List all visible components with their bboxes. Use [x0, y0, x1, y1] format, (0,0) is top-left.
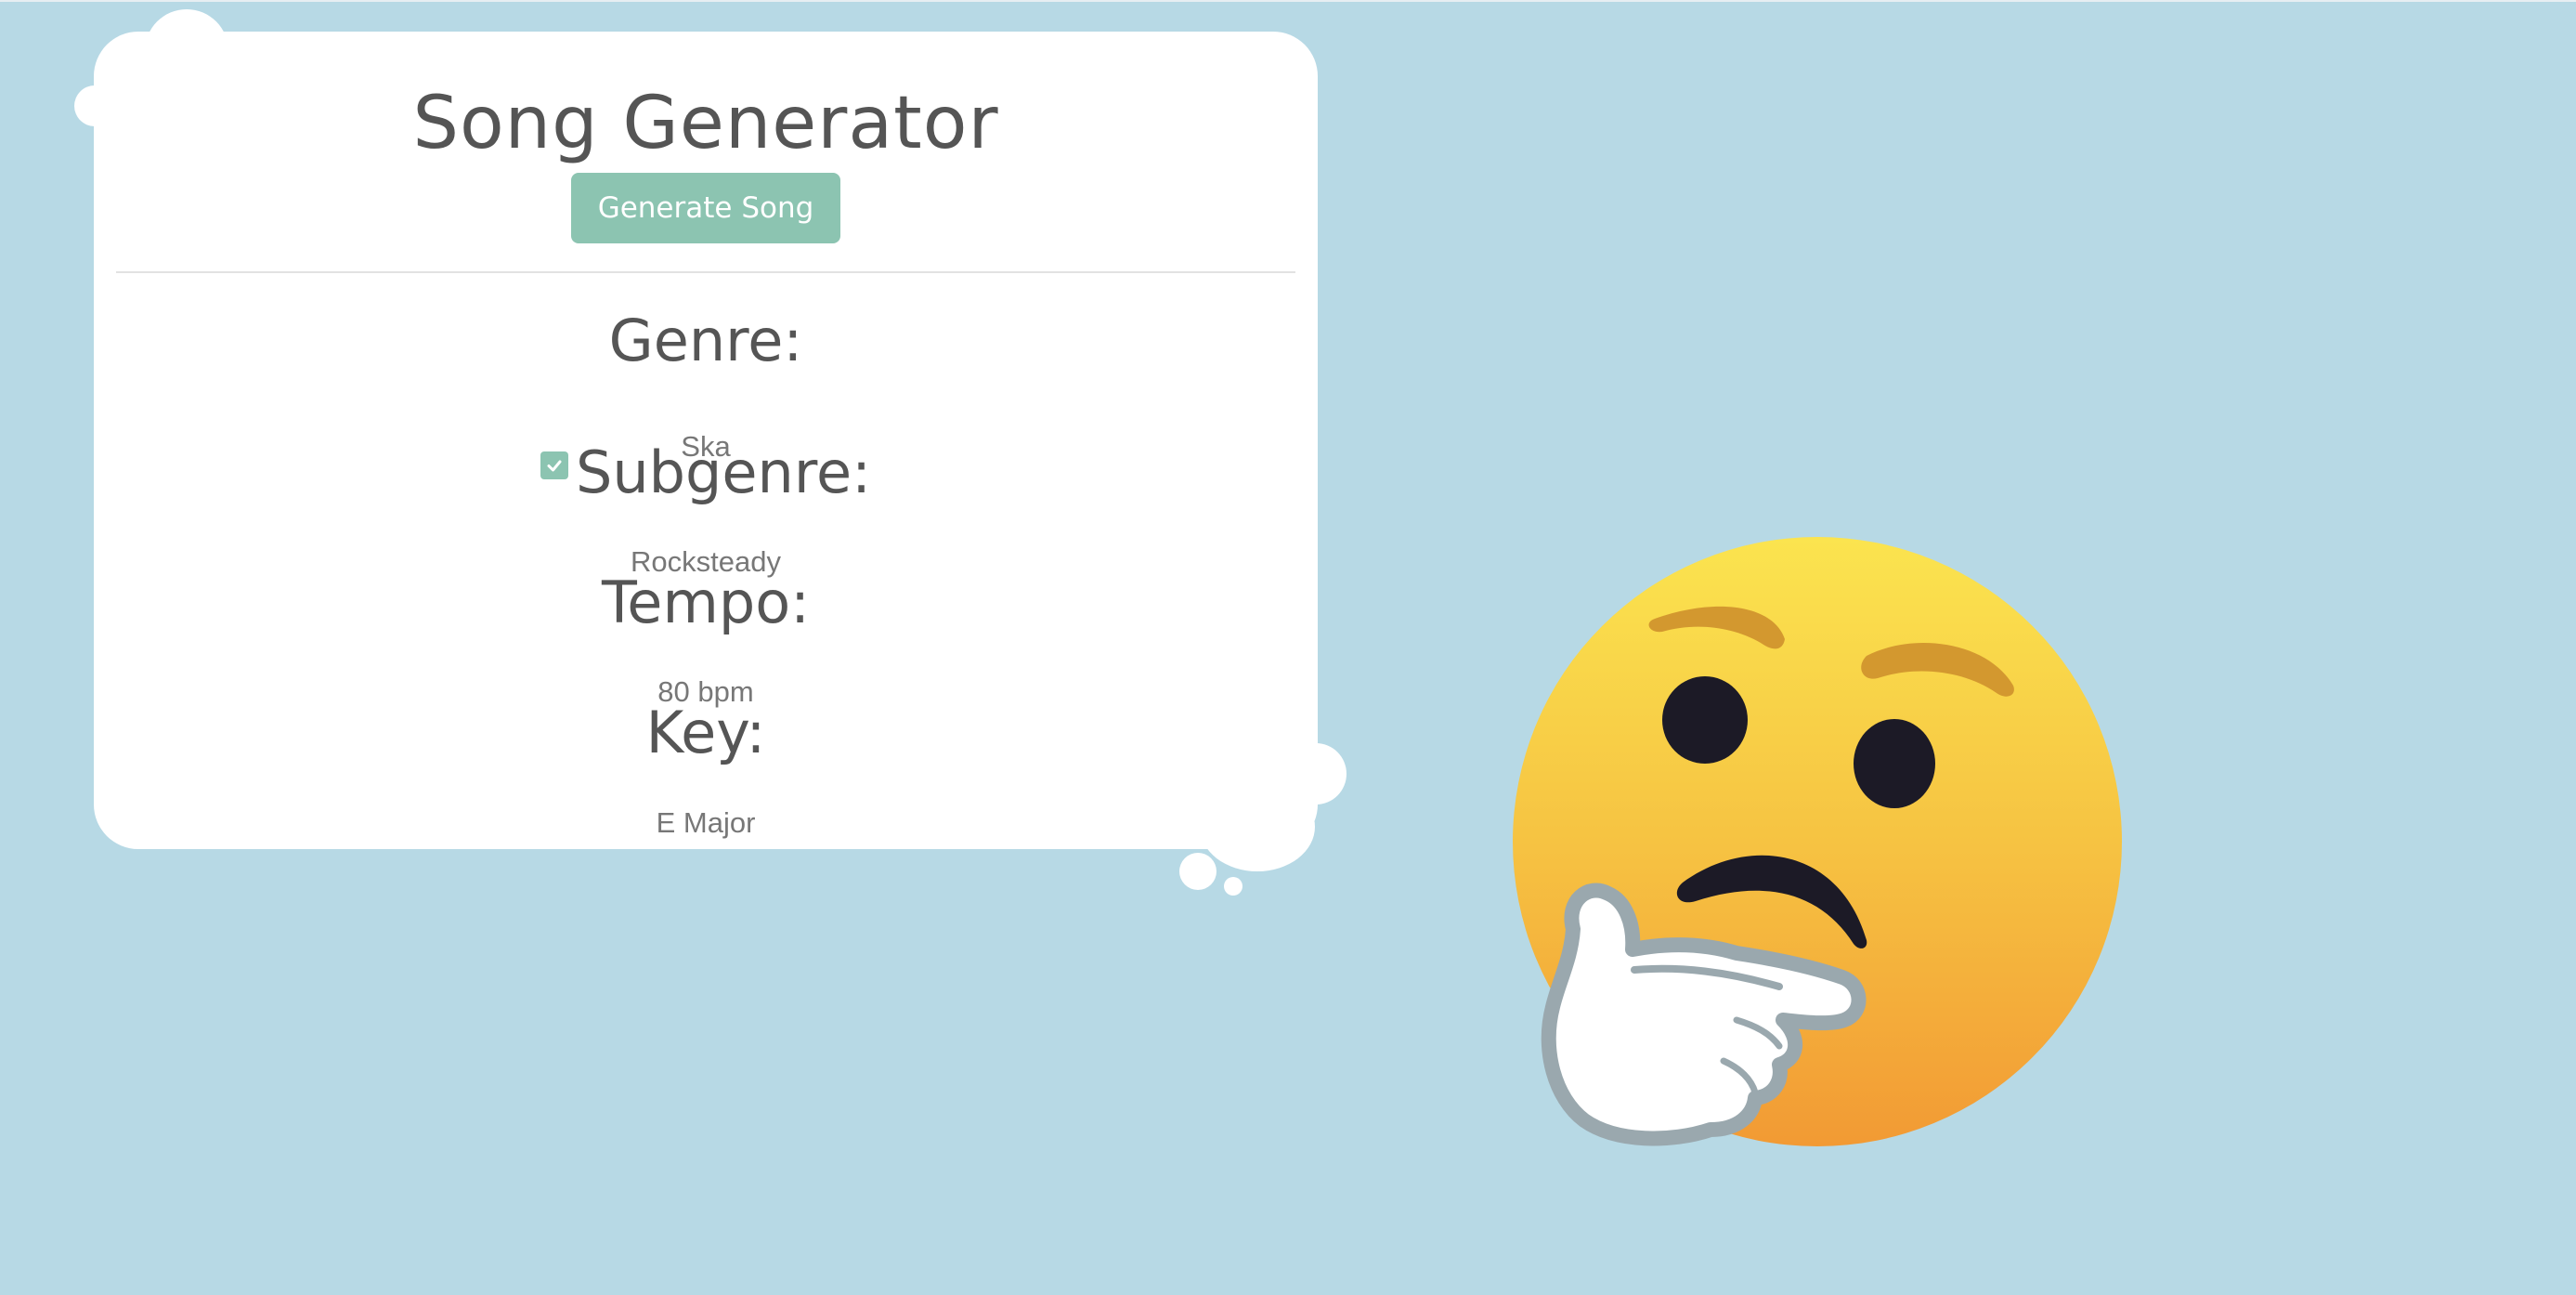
emoji-left-eye	[1662, 676, 1748, 764]
thinking-face-icon	[1513, 537, 2122, 1146]
page-title: Song Generator	[412, 82, 999, 165]
subgenre-checkbox[interactable]	[540, 451, 569, 479]
subgenre-row: Subgenre:	[94, 444, 1318, 502]
subgenre-label: Subgenre:	[576, 438, 871, 506]
bubble-puff	[1179, 853, 1216, 890]
song-generator-card: Song Generator Generate Song Genre: Ska …	[94, 32, 1318, 849]
genre-label: Genre:	[608, 307, 803, 374]
thought-bubble: Song Generator Generate Song Genre: Ska …	[0, 0, 1393, 929]
key-label: Key:	[645, 699, 766, 766]
emoji-right-eye	[1854, 719, 1935, 808]
divider	[116, 271, 1295, 273]
checkmark-icon	[547, 460, 562, 472]
key-value: E Major	[656, 806, 756, 839]
bubble-puff	[1224, 877, 1242, 896]
tempo-label: Tempo:	[601, 569, 811, 636]
generate-song-button[interactable]: Generate Song	[571, 173, 840, 243]
